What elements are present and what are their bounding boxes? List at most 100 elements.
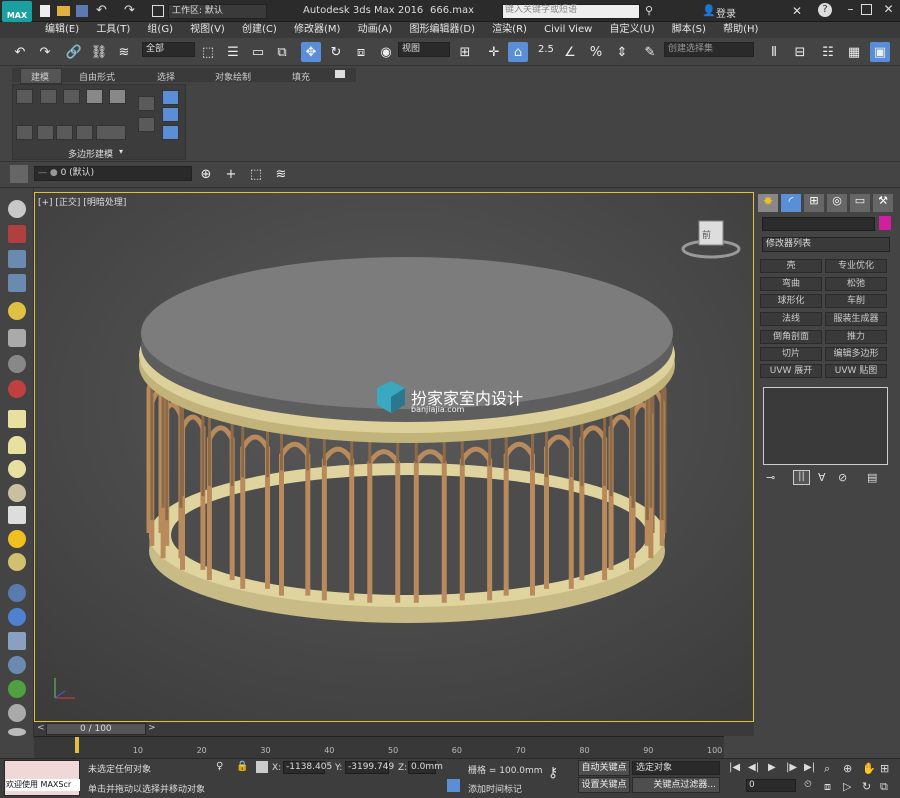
ribbon-tool-10[interactable] <box>96 125 126 140</box>
exchange-icon[interactable]: ✕ <box>792 4 802 18</box>
viewport-label[interactable]: [+] [正交] [明暗处理] <box>38 195 126 208</box>
create-tab-icon[interactable]: ✸ <box>758 194 778 212</box>
new-layer-icon[interactable]: ⊕ <box>196 164 216 184</box>
select-rotate-icon[interactable]: ↻ <box>326 42 346 62</box>
toggle-ribbon-icon[interactable]: ▦ <box>844 42 864 62</box>
selection-lock-icon[interactable]: 🔒 <box>236 761 248 772</box>
menu-create[interactable]: 创建(C) <box>235 22 284 38</box>
menu-animation[interactable]: 动画(A) <box>351 22 400 38</box>
pan-icon[interactable]: ✋ <box>862 762 876 775</box>
app-logo-icon[interactable]: MAX <box>2 1 32 22</box>
pivot-center-icon[interactable]: ⊞ <box>455 42 475 62</box>
help-icon[interactable]: ? <box>818 3 832 17</box>
set-key-icon[interactable]: ⚷ <box>548 765 558 781</box>
ribbon-tool-1[interactable] <box>16 89 33 104</box>
ribbon-options-icon[interactable] <box>335 70 345 78</box>
modifier-button-edit-poly[interactable]: 编辑多边形 <box>825 347 887 361</box>
modifier-button-garment-maker[interactable]: 服装生成器 <box>825 312 887 326</box>
ribbon-tool-6[interactable] <box>16 125 33 140</box>
add-to-layer-icon[interactable]: + <box>221 164 241 184</box>
make-unique-icon[interactable]: ∀ <box>818 471 826 484</box>
next-frame-icon[interactable]: |▶ <box>786 762 797 773</box>
menu-modifiers[interactable]: 修改器(M) <box>287 22 347 38</box>
ribbon-tool-8[interactable] <box>56 125 73 140</box>
sky-icon[interactable] <box>8 553 26 571</box>
camera-icon[interactable] <box>8 329 26 347</box>
show-end-result-icon[interactable]: || <box>793 470 810 485</box>
align-icon[interactable]: ⊟ <box>790 42 810 62</box>
hierarchy-icon[interactable] <box>8 632 26 650</box>
ribbon-tab-selection[interactable]: 选择 <box>157 70 175 83</box>
atom-icon[interactable] <box>8 608 26 626</box>
previous-frame-icon[interactable]: ◀| <box>748 762 759 773</box>
ribbon-tool-11[interactable] <box>138 96 155 111</box>
new-file-icon[interactable] <box>40 5 50 17</box>
light-bulb-icon[interactable] <box>8 302 26 320</box>
modifier-button-slice[interactable]: 切片 <box>760 347 822 361</box>
redo-icon[interactable]: ↷ <box>124 3 135 18</box>
set-key-button[interactable]: 设置关键点 <box>578 777 630 793</box>
transform-mode-icon[interactable] <box>256 761 268 773</box>
ribbon-tool-7[interactable] <box>37 125 54 140</box>
ribbon-tool-14[interactable] <box>162 107 179 122</box>
pin-stack-icon[interactable]: ⊸ <box>766 471 775 484</box>
modifier-button-pro-optimizer[interactable]: 专业优化 <box>825 259 887 273</box>
orbit-icon[interactable]: ⊞ <box>880 762 889 775</box>
particles-icon[interactable] <box>8 355 26 373</box>
reference-coordinate-dropdown[interactable]: 视图 <box>398 42 450 57</box>
modifier-button-push[interactable]: 推力 <box>825 330 887 344</box>
zoom-icon[interactable]: ⌕ <box>824 762 830 776</box>
percent-snap-icon[interactable]: % <box>586 42 606 62</box>
y-coordinate-field[interactable]: -3199.749 <box>345 761 394 774</box>
snap-toggle[interactable]: 2.5 <box>538 44 554 55</box>
select-scale-icon[interactable]: ⧈ <box>351 42 371 62</box>
remove-modifier-icon[interactable]: ⊘ <box>838 471 847 484</box>
hierarchy-tab-icon[interactable]: ⊞ <box>804 194 824 212</box>
ribbon-tool-13[interactable] <box>162 90 179 105</box>
time-slider-prev[interactable]: < <box>37 723 45 733</box>
time-slider-next[interactable]: > <box>148 723 156 733</box>
select-place-icon[interactable]: ◉ <box>376 42 396 62</box>
menu-help[interactable]: 帮助(H) <box>716 22 765 38</box>
select-in-layer-icon[interactable]: ⬚ <box>246 164 266 184</box>
menu-scripting[interactable]: 脚本(S) <box>665 22 713 38</box>
workspace-dropdown[interactable]: 工作区: 默认 <box>168 4 267 19</box>
login-link[interactable]: 登录 <box>716 5 736 20</box>
mirror-icon[interactable]: ⫴ <box>764 42 784 62</box>
shell-icon[interactable] <box>8 728 26 736</box>
teapot-icon[interactable] <box>8 200 26 218</box>
modifier-button-lathe[interactable]: 车削 <box>825 294 887 308</box>
material-editor-icon[interactable] <box>8 225 26 243</box>
modifier-stack-list[interactable] <box>763 387 888 465</box>
angle-snap-icon[interactable]: ∠ <box>560 42 580 62</box>
auto-key-button[interactable]: 自动关键点 <box>578 760 630 776</box>
zoom-all-icon[interactable]: ⊕ <box>843 762 852 775</box>
spinner-snap-icon[interactable]: ⇕ <box>612 42 632 62</box>
maximize-viewport-icon[interactable]: ⧉ <box>880 780 888 794</box>
play-icon[interactable]: ▶ <box>768 762 776 773</box>
ribbon-tool-12[interactable] <box>138 117 155 132</box>
horse-icon[interactable] <box>8 704 26 722</box>
ribbon-panel-label[interactable]: 多边形建模 <box>68 147 113 160</box>
keyboard-shortcut-icon[interactable]: ⌂ <box>508 42 528 62</box>
ribbon-tool-2[interactable] <box>40 89 57 104</box>
open-file-icon[interactable] <box>57 6 70 16</box>
ribbon-tool-5[interactable] <box>109 89 126 104</box>
save-file-icon[interactable] <box>76 5 88 17</box>
hold-icon[interactable] <box>152 5 164 17</box>
modifier-list-dropdown[interactable]: 修改器列表 <box>762 237 890 252</box>
modifier-button-shell[interactable]: 壳 <box>760 259 822 273</box>
hemisphere-icon[interactable] <box>8 436 26 454</box>
walk-through-icon[interactable]: ↻ <box>862 780 871 793</box>
ribbon-tab-object-paint[interactable]: 对象绘制 <box>215 70 251 83</box>
binoculars-icon[interactable]: ⚲ <box>645 4 653 17</box>
ribbon-tab-freeform[interactable]: 自由形式 <box>79 70 115 83</box>
zoom-extents-icon[interactable]: ⧈ <box>824 780 831 794</box>
modifier-button-normal[interactable]: 法线 <box>760 312 822 326</box>
layer-explorer-icon[interactable]: ☷ <box>818 42 838 62</box>
field-of-view-icon[interactable]: ▷ <box>843 780 851 793</box>
object-color-swatch[interactable] <box>879 216 891 230</box>
modifier-button-bend[interactable]: 弯曲 <box>760 277 822 291</box>
add-time-tag[interactable]: 添加时间标记 <box>468 782 522 795</box>
dynamics-icon[interactable] <box>8 380 26 398</box>
